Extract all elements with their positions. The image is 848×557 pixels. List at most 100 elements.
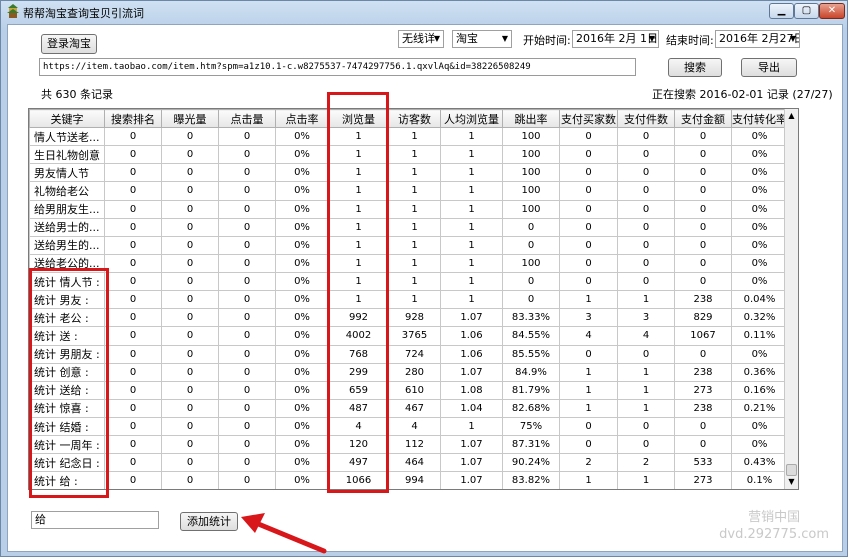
table-row[interactable]: 给男朋友生... 0 0 0 0% 1 1 1 100 0 0 0 0% bbox=[29, 199, 788, 219]
table-cell: 1.08 bbox=[440, 380, 503, 400]
table-cell: 0 bbox=[104, 235, 162, 255]
table-row[interactable]: 统计 男友 :0 0 0 0% 1 1 1 0 1 1 238 0.04% bbox=[29, 290, 788, 310]
table-row[interactable]: 统计 情人节 :0 0 0 0% 1 1 1 0 0 0 0 0% bbox=[29, 271, 788, 292]
table-cell: 0 bbox=[502, 271, 560, 292]
table-cell: 0 bbox=[104, 326, 162, 346]
table-cell: 0 bbox=[104, 181, 162, 201]
table-row[interactable]: 礼物给老公 0 0 0 0% 1 1 1 100 0 0 0 0% bbox=[29, 181, 788, 201]
table-cell: 81.79% bbox=[502, 380, 560, 400]
column-header[interactable]: 跳出率 bbox=[502, 109, 560, 128]
column-header[interactable]: 支付转化率 bbox=[731, 109, 788, 128]
column-header[interactable]: 点击率 bbox=[275, 109, 329, 128]
export-button[interactable]: 导出 bbox=[741, 58, 797, 77]
table-row[interactable]: 生日礼物创意 0 0 0 0% 1 1 1 100 0 0 0 0% bbox=[29, 145, 788, 165]
table-cell: 0 bbox=[161, 290, 219, 310]
network-select[interactable]: 无线详 ▼ bbox=[398, 30, 444, 48]
table-cell: 0 bbox=[104, 416, 162, 437]
table-cell: 0 bbox=[559, 163, 618, 183]
table-cell: 0% bbox=[731, 235, 788, 255]
table-row[interactable]: 统计 送 :0 0 0 0% 4002 3765 1.06 84.55% 4 4 1067 0.11% bbox=[29, 326, 788, 346]
table-cell: 1.07 bbox=[440, 471, 503, 489]
table-row[interactable]: 统计 结婚 :0 0 0 0% 4 4 1 75% 0 0 0 0% bbox=[29, 416, 788, 437]
table-cell: 0 bbox=[218, 416, 276, 437]
table-row[interactable]: 统计 惊喜 :0 0 0 0% 487 467 1.04 82.68% 1 1 238 0.21% bbox=[29, 398, 788, 419]
platform-select[interactable]: 淘宝 ▼ bbox=[452, 30, 512, 48]
table-row[interactable]: 统计 一周年 :0 0 0 0% 120 112 1.07 87.31% 0 0 0 0% bbox=[29, 435, 788, 455]
keyword-table[interactable]: 关键字 搜索排名 曝光量 点击量 点击率 浏览量 访客数 人均浏览量 跳出率 支付买家数 支付件数支… bbox=[28, 108, 799, 490]
table-cell: 100 bbox=[502, 253, 560, 274]
table-cell: 0% bbox=[275, 235, 329, 255]
table-cell: 0 bbox=[617, 235, 675, 255]
table-cell: 0.43% bbox=[731, 453, 788, 473]
column-header[interactable]: 人均浏览量 bbox=[440, 109, 503, 128]
table-row[interactable]: 统计 老公 :0 0 0 0% 992 928 1.07 83.33% 3 3 829 0.32% bbox=[29, 308, 788, 328]
close-button[interactable]: ✕ bbox=[819, 3, 845, 19]
scroll-up-icon[interactable]: ▲ bbox=[785, 109, 798, 123]
table-row[interactable]: 送给男生的... 0 0 0 0% 1 1 1 0 0 0 0 0% bbox=[29, 235, 788, 255]
table-cell: 1 bbox=[440, 126, 503, 147]
table-cell: 238 bbox=[674, 290, 732, 310]
chevron-down-icon: ▼ bbox=[789, 34, 796, 43]
table-cell: 1 bbox=[440, 271, 503, 292]
keyword-cell: 生日礼物创意 bbox=[29, 145, 105, 165]
table-cell: 0.16% bbox=[731, 380, 788, 400]
table-cell: 0 bbox=[161, 344, 219, 364]
minimize-button[interactable]: ▁ bbox=[769, 3, 794, 19]
table-cell: 0.1% bbox=[731, 471, 788, 489]
pagoda-icon bbox=[7, 4, 19, 18]
end-date-picker[interactable]: 2016年 2月27日 ▼ bbox=[715, 30, 800, 48]
table-cell: 0 bbox=[218, 271, 276, 292]
table-cell: 0% bbox=[731, 199, 788, 219]
table-cell: 0 bbox=[218, 308, 276, 328]
login-taobao-button[interactable]: 登录淘宝 bbox=[41, 34, 97, 54]
scroll-down-icon[interactable]: ▼ bbox=[785, 475, 798, 489]
table-cell: 1.07 bbox=[440, 453, 503, 473]
table-cell: 2 bbox=[617, 453, 675, 473]
column-header[interactable]: 搜索排名 bbox=[104, 109, 162, 128]
table-cell: 0% bbox=[731, 253, 788, 274]
add-stat-button[interactable]: 添加统计 bbox=[180, 512, 238, 531]
table-cell: 0 bbox=[617, 199, 675, 219]
table-cell: 1.07 bbox=[440, 435, 503, 455]
table-row[interactable]: 统计 创意 :0 0 0 0% 299 280 1.07 84.9% 1 1 238 0.36% bbox=[29, 362, 788, 382]
item-url-input[interactable]: https://item.taobao.com/item.htm?spm=a1z… bbox=[39, 58, 636, 76]
column-header[interactable]: 关键字 bbox=[29, 109, 105, 128]
table-cell: 0 bbox=[559, 416, 618, 437]
table-cell: 0 bbox=[218, 362, 276, 382]
vertical-scrollbar[interactable]: ▲ ▼ bbox=[784, 109, 798, 489]
table-row[interactable]: 统计 给 :0 0 0 0% 1066 994 1.07 83.82% 1 1 273 0.1% bbox=[29, 471, 788, 489]
title-bar[interactable]: 帮帮淘宝查询宝贝引流词 ▁ ▢ ✕ bbox=[1, 1, 847, 23]
search-button[interactable]: 搜索 bbox=[668, 58, 722, 77]
keyword-cell: 给男朋友生... bbox=[29, 199, 105, 219]
start-date-picker[interactable]: 2016年 2月 1日 ▼ bbox=[572, 30, 659, 48]
stat-keyword-input[interactable]: 给 bbox=[31, 511, 159, 529]
table-row[interactable]: 男友情人节 0 0 0 0% 1 1 1 100 0 0 0 0% bbox=[29, 163, 788, 183]
column-header[interactable]: 支付金额 bbox=[674, 109, 732, 128]
table-cell: 0 bbox=[161, 471, 219, 489]
table-row[interactable]: 统计 送给 :0 0 0 0% 659 610 1.08 81.79% 1 1 273 0.16% bbox=[29, 380, 788, 400]
table-cell: 0 bbox=[559, 271, 618, 292]
table-cell: 83.82% bbox=[502, 471, 560, 489]
table-cell: 0% bbox=[275, 308, 329, 328]
column-header[interactable]: 访客数 bbox=[388, 109, 441, 128]
maximize-button[interactable]: ▢ bbox=[794, 3, 819, 19]
column-header[interactable]: 支付买家数 bbox=[559, 109, 618, 128]
table-cell: 0 bbox=[559, 126, 618, 147]
table-cell: 0 bbox=[617, 163, 675, 183]
table-cell: 90.24% bbox=[502, 453, 560, 473]
column-header[interactable]: 支付件数 bbox=[617, 109, 675, 128]
table-cell: 1 bbox=[559, 290, 618, 310]
table-row[interactable]: 统计 男朋友 :0 0 0 0% 768 724 1.06 85.55% 0 0 0 0% bbox=[29, 344, 788, 364]
table-row[interactable]: 送给老公的... 0 0 0 0% 1 1 1 100 0 0 0 0% bbox=[29, 253, 788, 274]
table-cell: 0 bbox=[104, 163, 162, 183]
column-header[interactable]: 点击量 bbox=[218, 109, 276, 128]
table-cell: 0 bbox=[161, 416, 219, 437]
table-row[interactable]: 统计 纪念日 :0 0 0 0% 497 464 1.07 90.24% 2 2 533 0.43% bbox=[29, 453, 788, 473]
table-cell: 238 bbox=[674, 362, 732, 382]
table-cell: 1 bbox=[440, 199, 503, 219]
column-header[interactable]: 曝光量 bbox=[161, 109, 219, 128]
table-row[interactable]: 情人节送老... 0 0 0 0% 1 1 1 100 0 0 0 0% bbox=[29, 126, 788, 147]
table-row[interactable]: 送给男士的... 0 0 0 0% 1 1 1 0 0 0 0 0% bbox=[29, 217, 788, 237]
table-cell: 1 bbox=[388, 217, 441, 237]
table-cell: 0.21% bbox=[731, 398, 788, 419]
